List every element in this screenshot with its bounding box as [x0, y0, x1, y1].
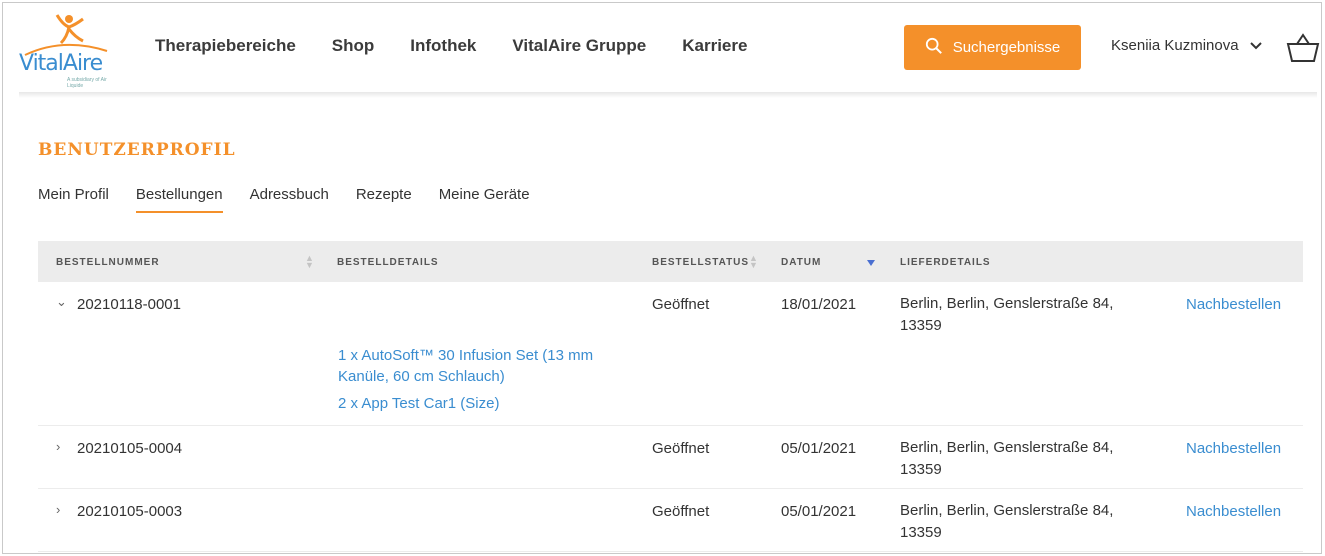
reorder-link[interactable]: Nachbestellen: [1186, 440, 1281, 457]
reorder-link[interactable]: Nachbestellen: [1186, 503, 1281, 520]
orders-table: BESTELLNUMMER ▲ ▼ BESTELLDETAILS BESTELLS…: [38, 241, 1303, 552]
user-menu[interactable]: Kseniia Kuzminova: [1111, 37, 1263, 54]
user-name: Kseniia Kuzminova: [1111, 37, 1239, 54]
delivery-address-line: Berlin, Berlin, Genslerstraße 84,: [900, 439, 1114, 456]
table-row: ⌄ 20210118-0001 Geöffnet 18/01/2021 Berl…: [38, 282, 1303, 426]
vitalaire-logo[interactable]: VitalAire A subsidiary of Air Liquide: [17, 11, 113, 89]
tab-mein-profil[interactable]: Mein Profil: [38, 186, 109, 213]
nav-therapiebereiche[interactable]: Therapiebereiche: [155, 36, 296, 56]
column-header-details[interactable]: BESTELLDETAILS: [337, 257, 439, 268]
sort-descending-icon[interactable]: [867, 260, 875, 266]
profile-tabs: Mein Profil Bestellungen Adressbuch Reze…: [38, 186, 557, 213]
delivery-address-line: Berlin, Berlin, Genslerstraße 84,: [900, 295, 1114, 312]
nav-infothek[interactable]: Infothek: [410, 36, 476, 56]
main-nav: Therapiebereiche Shop Infothek VitalAire…: [155, 36, 783, 56]
delivery-address-line: Berlin, Berlin, Genslerstraße 84,: [900, 502, 1114, 519]
profile-title: BENUTZERPROFIL: [38, 140, 236, 160]
page-frame: VitalAire A subsidiary of Air Liquide Th…: [2, 2, 1322, 554]
table-header: BESTELLNUMMER ▲ ▼ BESTELLDETAILS BESTELLS…: [38, 241, 1303, 282]
nav-karriere[interactable]: Karriere: [682, 36, 747, 56]
search-results-button[interactable]: Suchergebnisse: [904, 25, 1081, 70]
search-button-label: Suchergebnisse: [952, 39, 1061, 56]
delivery-details: Berlin, Berlin, Genslerstraße 84, 13359: [900, 293, 1113, 337]
site-header: VitalAire A subsidiary of Air Liquide Th…: [3, 3, 1321, 93]
order-date: 05/01/2021: [781, 440, 857, 457]
delivery-details: Berlin, Berlin, Genslerstraße 84, 13359: [900, 500, 1113, 544]
collapse-row-icon[interactable]: ⌄: [56, 294, 67, 310]
nav-shop[interactable]: Shop: [332, 36, 375, 56]
order-date: 18/01/2021: [781, 296, 857, 313]
order-number: 20210118-0001: [77, 296, 181, 313]
order-item-link-line1[interactable]: 1 x AutoSoft™ 30 Infusion Set (13 mm: [338, 345, 593, 366]
logo-text: VitalAire: [19, 51, 103, 76]
delivery-postcode: 13359: [900, 524, 942, 541]
order-item-link[interactable]: 2 x App Test Car1 (Size): [338, 393, 499, 414]
sort-icon[interactable]: ▲ ▼: [305, 254, 314, 270]
basket-icon[interactable]: [1286, 31, 1320, 65]
order-date: 05/01/2021: [781, 503, 857, 520]
order-status: Geöffnet: [652, 296, 710, 313]
logo-subtext: A subsidiary of Air Liquide: [67, 77, 107, 89]
table-row: › 20210105-0003 Geöffnet 05/01/2021 Berl…: [38, 489, 1303, 552]
reorder-link[interactable]: Nachbestellen: [1186, 296, 1281, 313]
column-header-order-number[interactable]: BESTELLNUMMER: [56, 257, 160, 268]
delivery-postcode: 13359: [900, 461, 942, 478]
delivery-postcode: 13359: [900, 317, 942, 334]
header-divider: [19, 92, 1317, 98]
tab-adressbuch[interactable]: Adressbuch: [250, 186, 329, 213]
search-icon: [925, 37, 943, 59]
expand-row-icon[interactable]: ›: [56, 502, 60, 517]
table-row: › 20210105-0004 Geöffnet 05/01/2021 Berl…: [38, 426, 1303, 489]
tab-meine-geraete[interactable]: Meine Geräte: [439, 186, 530, 213]
chevron-down-icon: [1249, 41, 1263, 51]
nav-vitalaire-gruppe[interactable]: VitalAire Gruppe: [512, 36, 646, 56]
tab-bestellungen[interactable]: Bestellungen: [135, 186, 223, 213]
order-number: 20210105-0004: [77, 440, 183, 457]
column-header-delivery[interactable]: LIEFERDETAILS: [900, 257, 991, 268]
delivery-details: Berlin, Berlin, Genslerstraße 84, 13359: [900, 437, 1113, 481]
order-number: 20210105-0003: [77, 503, 183, 520]
column-header-date[interactable]: DATUM: [781, 257, 821, 268]
order-status: Geöffnet: [652, 440, 710, 457]
order-item-link-line2[interactable]: Kanüle, 60 cm Schlauch): [338, 366, 505, 387]
expand-row-icon[interactable]: ›: [56, 439, 60, 454]
order-status: Geöffnet: [652, 503, 710, 520]
sort-icon[interactable]: ▲ ▼: [749, 254, 758, 270]
column-header-status[interactable]: BESTELLSTATUS: [652, 257, 749, 268]
tab-rezepte[interactable]: Rezepte: [356, 186, 412, 213]
